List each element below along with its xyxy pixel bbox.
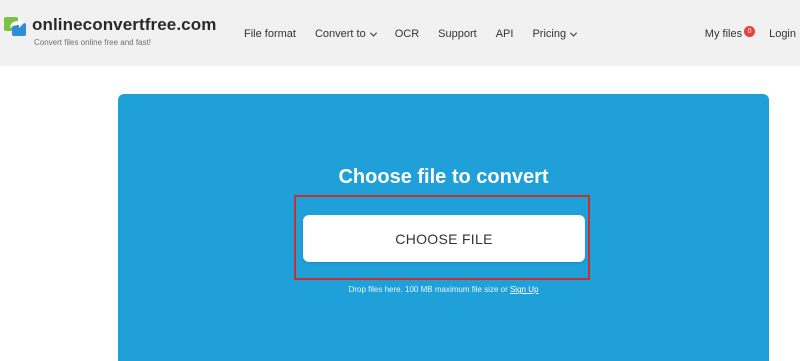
chevron-down-icon [570,29,578,37]
drop-hint-text: Drop files here. 100 MB maximum file siz… [348,285,508,294]
nav-pricing[interactable]: Pricing [532,28,578,40]
my-files-count-badge: 0 [744,25,756,37]
site-logo[interactable]: onlineconvertfree.com Convert files onli… [4,13,234,53]
nav-support-label: Support [438,28,477,40]
converter-title: Choose file to convert [338,166,549,188]
nav-api-label: API [495,28,514,40]
login-link[interactable]: Login [769,28,796,40]
chevron-down-icon [369,29,377,37]
nav-convert-to[interactable]: Convert to [314,28,377,40]
converter-panel[interactable]: Choose file to convert CHOOSE FILE Drop … [118,94,769,361]
page: onlineconvertfree.com Convert files onli… [0,0,800,361]
main-nav: File format Convert to OCR Support API P… [244,25,595,43]
brand-tagline: Convert files online free and fast! [34,38,151,47]
account-nav: My files 0 Login [705,25,796,43]
my-files-label: My files [704,28,743,40]
nav-pricing-label: Pricing [532,28,567,40]
nav-ocr[interactable]: OCR [395,28,419,40]
my-files-link[interactable]: My files 0 [704,25,756,40]
brand-name: onlineconvertfree.com [32,15,217,34]
convert-arrows-icon [4,17,26,36]
nav-ocr-label: OCR [394,28,420,40]
nav-support[interactable]: Support [438,28,477,40]
nav-convert-to-label: Convert to [314,28,366,40]
drop-hint: Drop files here. 100 MB maximum file siz… [118,285,769,294]
choose-file-button[interactable]: CHOOSE FILE [303,215,585,262]
sign-up-link[interactable]: Sign Up [510,285,538,294]
nav-file-format[interactable]: File format [244,28,296,40]
site-header: onlineconvertfree.com Convert files onli… [0,0,800,66]
nav-api[interactable]: API [496,28,514,40]
nav-file-format-label: File format [244,28,296,40]
